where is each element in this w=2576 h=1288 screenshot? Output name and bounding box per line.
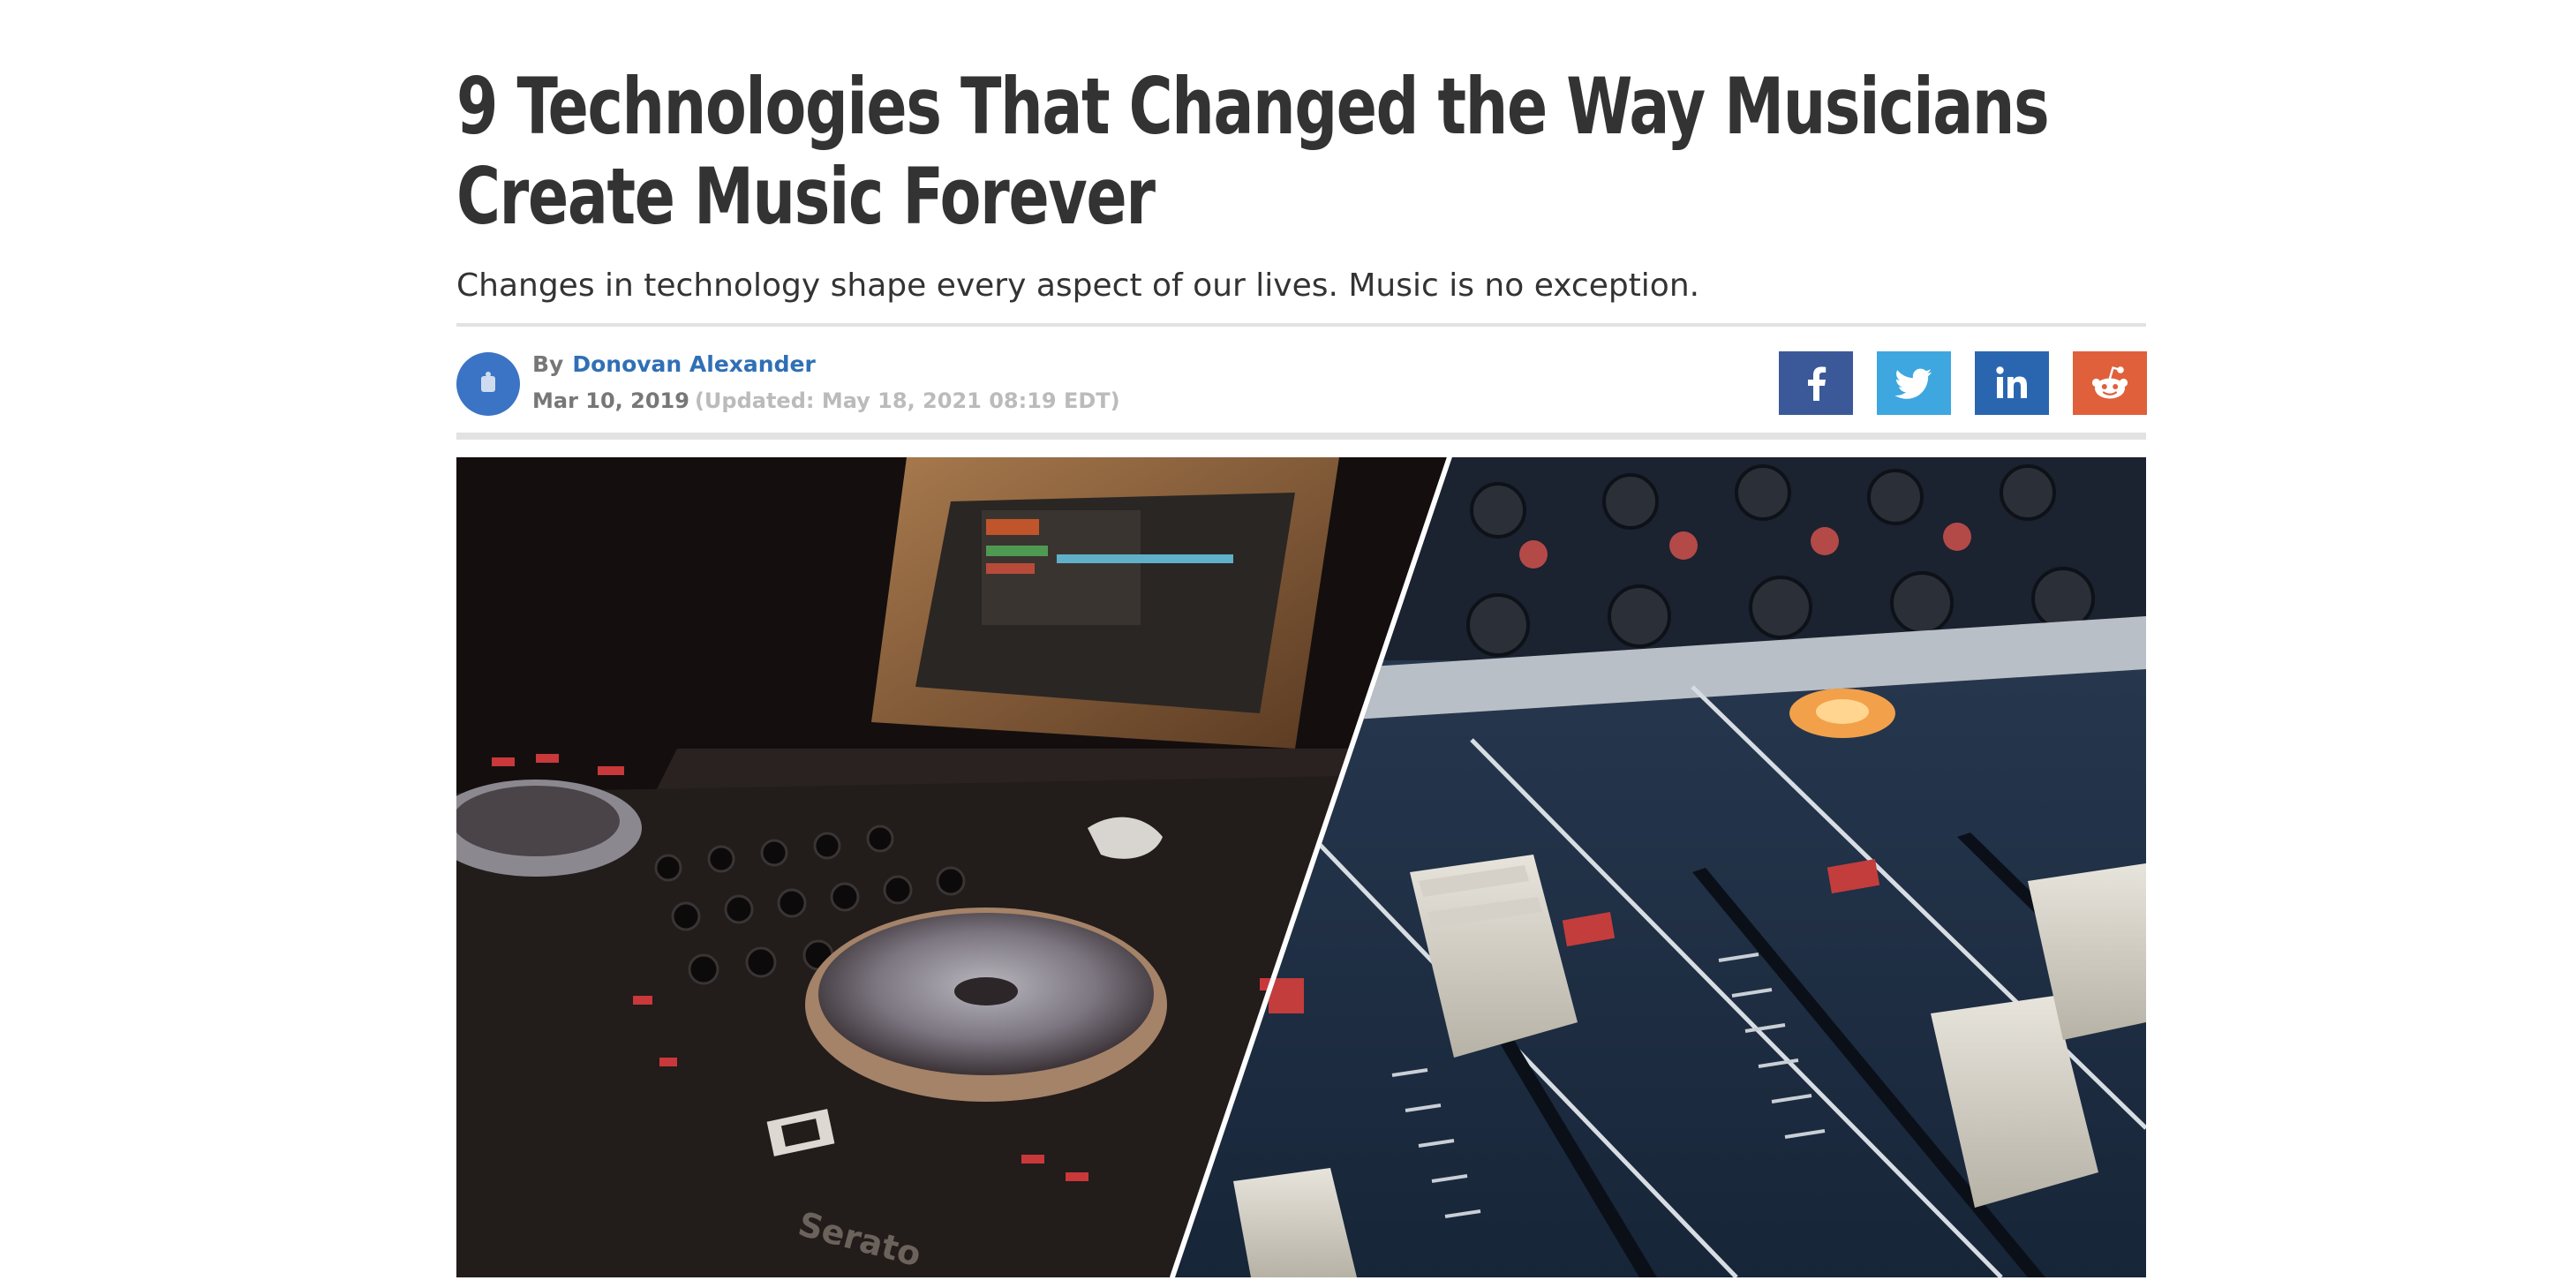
twitter-icon — [1894, 368, 1932, 399]
article-subheadline: Changes in technology shape every aspect… — [456, 267, 1700, 304]
linkedin-icon — [1996, 366, 2027, 398]
hero-image-dj-and-mixer: Serato — [456, 457, 2146, 1277]
facebook-icon — [1808, 366, 1827, 401]
author-avatar[interactable] — [456, 352, 520, 416]
byline-date-row: Mar 10, 2019 (Updated: May 18, 2021 08:19… — [532, 385, 1120, 417]
share-facebook-button[interactable] — [1779, 351, 1853, 415]
byline-divider-top — [456, 323, 2146, 327]
updated-date: (Updated: May 18, 2021 08:19 EDT) — [694, 388, 1120, 413]
hero-image: Serato — [456, 457, 2146, 1277]
author-link[interactable]: Donovan Alexander — [572, 351, 815, 377]
share-twitter-button[interactable] — [1877, 351, 1951, 415]
byline-divider-bottom — [456, 433, 2146, 440]
article-headline: 9 Technologies That Changed the Way Musi… — [456, 61, 2050, 242]
share-reddit-button[interactable] — [2073, 351, 2147, 415]
article: 9 Technologies That Changed the Way Musi… — [456, 0, 2147, 1277]
publish-date: Mar 10, 2019 — [532, 388, 689, 413]
by-label: By — [532, 351, 564, 377]
share-linkedin-button[interactable] — [1975, 351, 2049, 415]
byline-author-row: By Donovan Alexander — [532, 348, 816, 381]
reddit-icon — [2091, 366, 2128, 399]
byline: By Donovan Alexander Mar 10, 2019 (Updated… — [456, 348, 2147, 418]
user-icon — [481, 372, 495, 392]
